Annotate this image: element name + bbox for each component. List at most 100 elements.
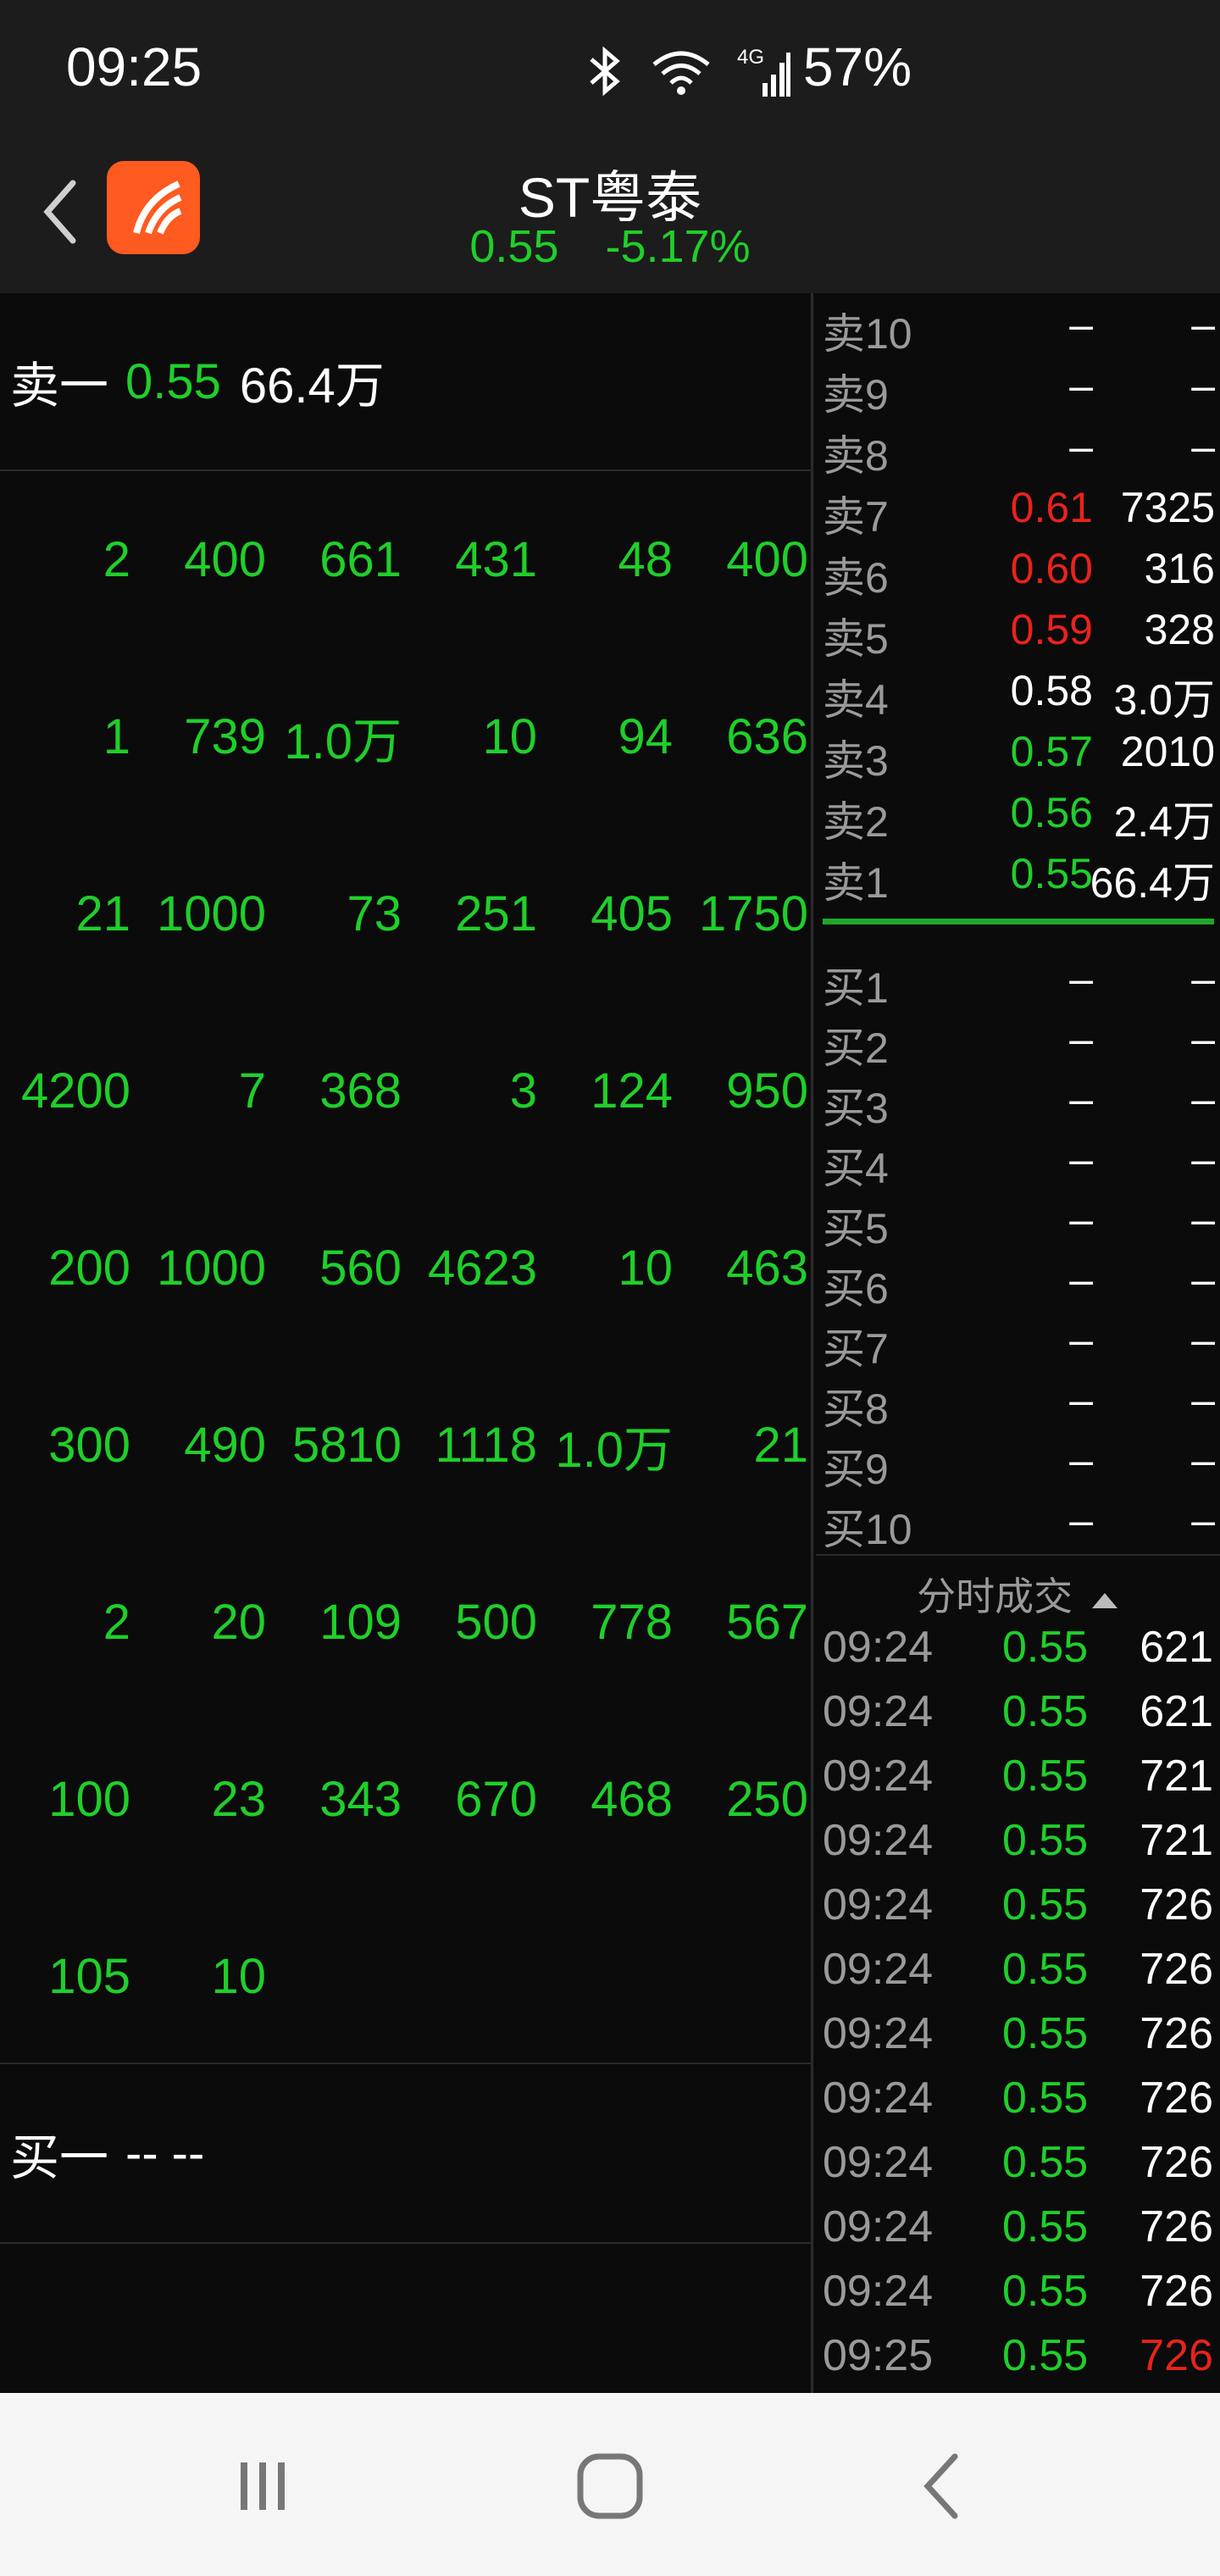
ask-level-price: – xyxy=(1069,301,1093,348)
ask-level-row[interactable]: 卖10 – – xyxy=(816,293,1220,358)
queue-row: 2 400 661 431 48 400 xyxy=(0,471,813,648)
status-bar: 09:25 4G 57% xyxy=(0,0,1220,144)
tick-price: 0.55 xyxy=(1002,2074,1089,2123)
tick-time: 09:24 xyxy=(823,1945,934,1994)
bid-level-label: 买4 xyxy=(823,1145,889,1192)
bid-level-price: – xyxy=(1069,1256,1093,1303)
queue-cell: 7 xyxy=(238,1063,266,1119)
tick-row: 09:24 0.55 726 xyxy=(816,2130,1220,2195)
tick-time: 09:24 xyxy=(823,2267,934,2316)
bid-level-row[interactable]: 买6 – – xyxy=(816,1248,1220,1313)
recent-apps-button[interactable] xyxy=(212,2444,313,2529)
ask-level-row[interactable]: 卖9 – – xyxy=(816,354,1220,419)
system-nav-bar xyxy=(0,2393,1220,2576)
queue-cell: 468 xyxy=(591,1772,673,1827)
tick-price: 0.55 xyxy=(1002,1752,1089,1801)
bid-level-row[interactable]: 买9 – – xyxy=(816,1429,1220,1493)
queue-cell: 463 xyxy=(726,1241,808,1296)
back-nav-icon xyxy=(923,2453,958,2519)
ask-level-label: 卖2 xyxy=(823,798,889,846)
bid-level-label: 买9 xyxy=(823,1446,889,1493)
stock-price: 0.55 xyxy=(469,221,559,272)
ask-level-price: 0.55 xyxy=(1010,850,1093,897)
queue-cell: 343 xyxy=(319,1772,402,1827)
home-button[interactable] xyxy=(559,2444,661,2529)
ask-level-label: 卖8 xyxy=(823,432,889,480)
tick-row: 09:24 0.55 726 xyxy=(816,2001,1220,2066)
tick-volume: 726 xyxy=(1140,1945,1213,1994)
queue-cell: 400 xyxy=(726,532,808,587)
queue-cell: 48 xyxy=(618,532,673,587)
ask-level-row[interactable]: 卖2 0.56 2.4万 xyxy=(816,781,1220,846)
ask-level-row[interactable]: 卖5 0.59 328 xyxy=(816,598,1220,663)
home-icon xyxy=(577,2453,643,2519)
recent-apps-icon xyxy=(241,2462,285,2510)
ask-level-volume: 3.0万 xyxy=(1113,676,1215,724)
bid-level-volume: – xyxy=(1191,1316,1215,1363)
queue-cell: 23 xyxy=(211,1772,266,1827)
bid-level-row[interactable]: 买8 – – xyxy=(816,1368,1220,1433)
queue-cell: 1.0万 xyxy=(555,1422,673,1478)
wifi-icon xyxy=(651,46,712,101)
queue-cell: 94 xyxy=(618,709,673,764)
sell1-label: 卖一 xyxy=(10,358,109,414)
sell1-summary: 卖一 0.55 66.4万 xyxy=(0,293,813,471)
stock-header: ST粤泰 0.55 -5.17% xyxy=(0,144,1220,293)
bid-level-row[interactable]: 买10 – – xyxy=(816,1489,1220,1553)
queue-cell: 10 xyxy=(618,1241,673,1296)
bid-level-label: 买5 xyxy=(823,1205,889,1252)
ask-level-volume: 66.4万 xyxy=(1090,859,1215,907)
buy1-summary: 买一 -- -- xyxy=(0,2062,813,2244)
ask-level-price: – xyxy=(1069,362,1093,409)
queue-cell: 368 xyxy=(319,1063,402,1119)
cellular-4g-icon: 4G xyxy=(737,46,791,100)
ask-level-price: 0.59 xyxy=(1010,606,1093,653)
bid-level-volume: – xyxy=(1191,955,1215,1002)
status-icons: 4G xyxy=(585,39,791,107)
bid-level-row[interactable]: 买2 – – xyxy=(816,1008,1220,1072)
bid-level-row[interactable]: 买3 – – xyxy=(816,1068,1220,1132)
ask-level-label: 卖9 xyxy=(823,371,889,419)
tick-volume: 621 xyxy=(1140,1687,1213,1736)
queue-row: 200 1000 560 4623 10 463 xyxy=(0,1180,813,1357)
tick-time: 09:25 xyxy=(823,2331,934,2380)
queue-cell: 670 xyxy=(455,1772,537,1827)
queue-cell: 778 xyxy=(591,1595,673,1650)
tick-row: 09:24 0.55 621 xyxy=(816,1679,1220,1744)
ask-level-price: 0.57 xyxy=(1010,728,1093,775)
bid-level-price: – xyxy=(1069,1015,1093,1063)
bid-level-row[interactable]: 买4 – – xyxy=(816,1128,1220,1192)
ask-level-row[interactable]: 卖4 0.58 3.0万 xyxy=(816,659,1220,724)
queue-cell: 73 xyxy=(347,886,402,941)
queue-cell: 251 xyxy=(455,886,537,941)
bid-level-price: – xyxy=(1069,1135,1093,1183)
queue-cell: 405 xyxy=(591,886,673,941)
queue-cell: 2 xyxy=(103,1595,130,1650)
bid-level-volume: – xyxy=(1191,1015,1215,1063)
ask-level-label: 卖1 xyxy=(823,859,889,907)
back-nav-button[interactable] xyxy=(891,2444,993,2529)
ask-level-row[interactable]: 卖3 0.57 2010 xyxy=(816,720,1220,785)
ask-level-label: 卖10 xyxy=(823,310,912,358)
bid-level-row[interactable]: 买7 – – xyxy=(816,1308,1220,1373)
bid-level-volume: – xyxy=(1191,1075,1215,1123)
ticks-header-label: 分时成交 xyxy=(917,1574,1073,1618)
tick-price: 0.55 xyxy=(1002,2009,1089,2058)
queue-row: 300 490 5810 1118 1.0万 21 xyxy=(0,1357,813,1534)
ticks-header-button[interactable]: 分时成交 xyxy=(816,1554,1220,1618)
tick-time: 09:24 xyxy=(823,2074,934,2123)
queue-cell: 490 xyxy=(184,1418,266,1473)
tick-volume: 726 xyxy=(1140,1880,1213,1929)
ask-level-row[interactable]: 卖8 – – xyxy=(816,415,1220,480)
bid-level-volume: – xyxy=(1191,1135,1215,1183)
bid-level-row[interactable]: 买1 – – xyxy=(816,947,1220,1012)
queue-cell: 1 xyxy=(103,709,130,764)
queue-cell: 400 xyxy=(184,532,266,587)
battery-level: 57% xyxy=(803,36,912,97)
sell1-volume: 66.4万 xyxy=(239,358,385,414)
ask-level-row[interactable]: 卖6 0.60 316 xyxy=(816,537,1220,602)
ask-level-row[interactable]: 卖1 0.55 66.4万 xyxy=(816,842,1220,907)
bid-level-row[interactable]: 买5 – – xyxy=(816,1188,1220,1252)
ask-level-row[interactable]: 卖7 0.61 7325 xyxy=(816,476,1220,541)
status-time: 09:25 xyxy=(66,36,202,97)
